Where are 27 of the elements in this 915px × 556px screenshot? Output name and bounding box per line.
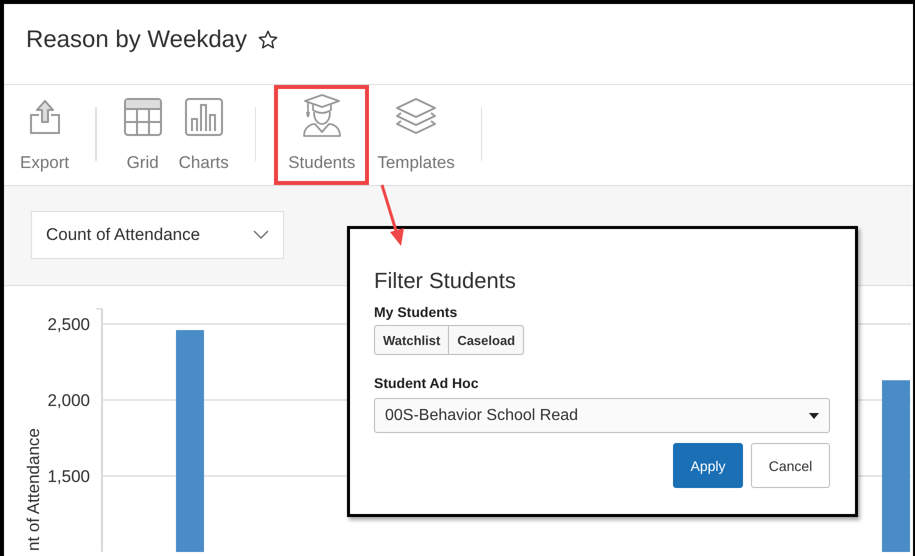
field-label: Student Ad Hoc: [374, 375, 480, 391]
star-icon[interactable]: [257, 29, 280, 51]
stacked-layers-icon: [394, 97, 438, 137]
segment-button[interactable]: Caseload: [449, 325, 524, 355]
chevron-icon: [253, 230, 269, 240]
y-tick-label: 2,500: [47, 315, 90, 334]
y-axis-title: nt of Attendance: [24, 428, 43, 551]
y-tick-label: 2,000: [47, 391, 90, 410]
toolbar-button[interactable]: Export: [12, 85, 78, 185]
caret-icon: [809, 412, 819, 418]
dialog-title: Filter Students: [374, 268, 517, 294]
bar-chart-icon: [184, 97, 224, 137]
toolbar-button[interactable]: Charts: [170, 85, 237, 185]
callout-arrow: [380, 184, 404, 246]
cancel-button[interactable]: Cancel: [751, 443, 830, 488]
apply-button[interactable]: Apply: [673, 443, 743, 488]
field-label: My Students: [374, 304, 458, 320]
segment-button[interactable]: Watchlist: [374, 325, 450, 355]
toolbar-button[interactable]: Templates: [369, 85, 463, 185]
grid-icon: [122, 97, 163, 137]
y-tick-label: 1,500: [47, 467, 90, 486]
toolbar-button[interactable]: Students: [274, 85, 370, 185]
page-title: Reason by Weekday: [26, 26, 248, 54]
measure-dropdown[interactable]: Count of Attendance: [31, 211, 284, 259]
toolbar-button[interactable]: Grid: [114, 85, 171, 185]
ad-hoc-dropdown[interactable]: 00S-Behavior School Read: [374, 398, 830, 433]
student-icon: [300, 93, 343, 137]
